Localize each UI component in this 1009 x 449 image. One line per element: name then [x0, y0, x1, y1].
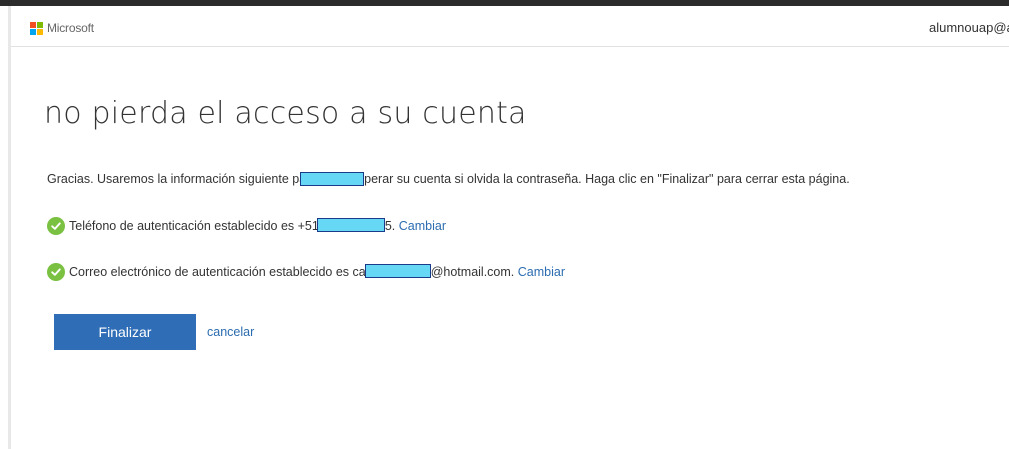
header-bar: Microsoft alumnouap@a: [11, 6, 1009, 47]
email-status-suffix: @hotmail.com.: [430, 265, 515, 279]
page-title: no pierda el acceso a su cuenta: [44, 96, 527, 131]
brand-name: Microsoft: [47, 21, 94, 35]
cancel-link[interactable]: cancelar: [207, 325, 254, 339]
email-status-text: Correo electrónico de autenticación esta…: [69, 265, 366, 279]
intro-text-part2: perar su cuenta si olvida la contraseña.…: [364, 172, 850, 186]
redaction-mark: [316, 218, 385, 232]
finalize-button[interactable]: Finalizar: [54, 314, 196, 350]
change-phone-link[interactable]: Cambiar: [399, 219, 446, 233]
left-border: [8, 6, 11, 449]
redaction-mark: [364, 264, 431, 278]
microsoft-logo-icon: [30, 21, 43, 35]
phone-status-row: Teléfono de autenticación establecido es…: [47, 217, 446, 235]
email-status-row: Correo electrónico de autenticación esta…: [47, 263, 565, 281]
intro-text: Gracias. Usaremos la información siguien…: [47, 171, 850, 187]
checkmark-circle-icon: [47, 217, 65, 235]
intro-text-part1: Gracias. Usaremos la información siguien…: [47, 172, 307, 186]
checkmark-circle-icon: [47, 263, 65, 281]
page: Microsoft alumnouap@a no pierda el acces…: [0, 0, 1009, 449]
redaction-mark: [300, 171, 365, 186]
phone-status-text: Teléfono de autenticación establecido es…: [69, 219, 319, 233]
microsoft-logo: Microsoft: [30, 21, 94, 35]
change-email-link[interactable]: Cambiar: [518, 265, 565, 279]
user-account[interactable]: alumnouap@a: [929, 20, 1009, 35]
phone-status-suffix: 5.: [384, 219, 396, 233]
